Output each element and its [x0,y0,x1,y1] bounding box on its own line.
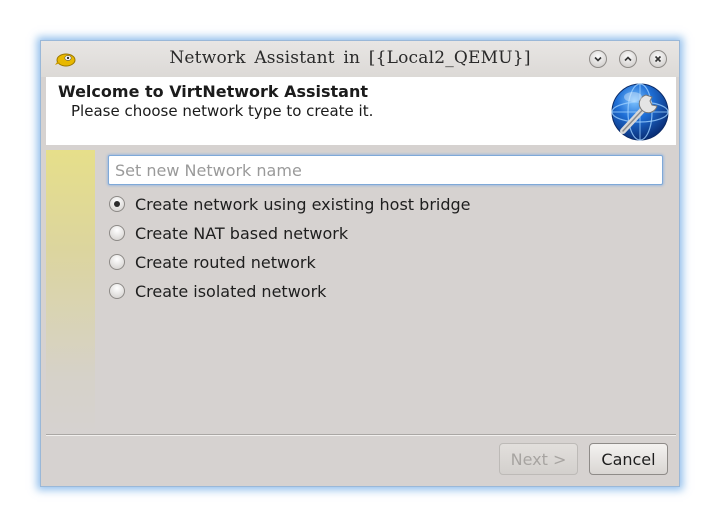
radio-option-host-bridge[interactable]: Create network using existing host bridg… [109,193,471,215]
side-decoration [46,150,95,434]
radio-button[interactable] [109,196,125,212]
window-title: Network Assistant in [{Local2_QEMU}] [169,48,531,68]
radio-button[interactable] [109,225,125,241]
maximize-icon [624,56,632,62]
wizard-header: Welcome to VirtNetwork Assistant Please … [46,77,676,145]
close-button[interactable] [649,50,667,68]
app-icon [55,51,77,67]
radio-label: Create network using existing host bridg… [135,194,471,214]
header-subtitle: Please choose network type to create it. [71,102,374,120]
radio-label: Create isolated network [135,281,327,301]
radio-label: Create NAT based network [135,223,349,243]
header-title: Welcome to VirtNetwork Assistant [58,82,369,101]
close-icon [654,55,662,63]
radio-option-isolated[interactable]: Create isolated network [109,280,326,302]
globe-wrench-icon [609,81,671,143]
minimize-button[interactable] [589,50,607,68]
title-bar[interactable]: Network Assistant in [{Local2_QEMU}] [41,41,679,77]
radio-selected-dot [114,201,120,207]
radio-label: Create routed network [135,252,316,272]
network-name-input[interactable] [108,155,663,185]
next-button[interactable]: Next > [499,443,578,475]
cancel-button[interactable]: Cancel [589,443,668,475]
radio-option-nat[interactable]: Create NAT based network [109,222,348,244]
footer-separator [46,434,676,436]
radio-button[interactable] [109,283,125,299]
radio-option-routed[interactable]: Create routed network [109,251,316,273]
dialog-window: Network Assistant in [{Local2_QEMU}] Wel… [40,40,680,487]
radio-button[interactable] [109,254,125,270]
maximize-button[interactable] [619,50,637,68]
minimize-icon [594,56,602,62]
